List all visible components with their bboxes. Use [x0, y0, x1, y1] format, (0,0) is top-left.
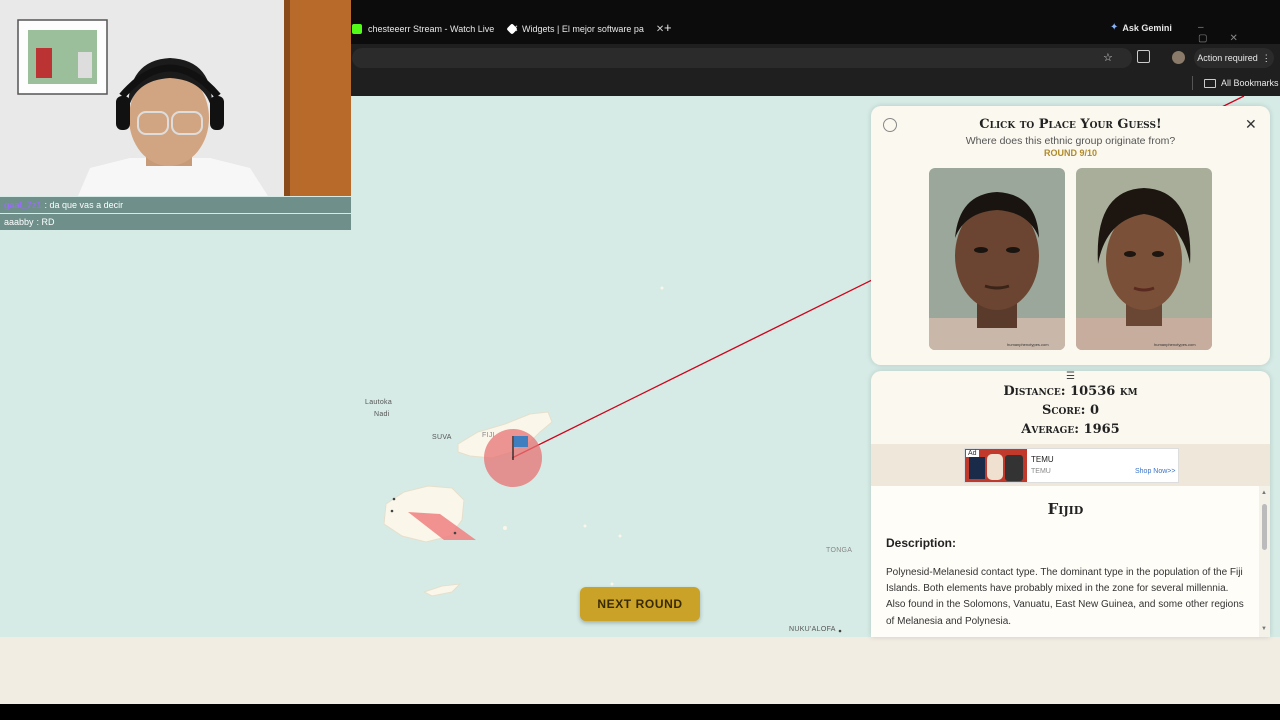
place-label-nukualofa: NUKU'ALOFA	[789, 626, 836, 633]
tab-kick-stream[interactable]: chesteeerr Stream - Watch Live ✕	[352, 18, 519, 40]
chat-text: : da que vas a decir	[44, 200, 124, 210]
image-watermark: humanphenotypes.com	[1154, 342, 1196, 347]
ad-sub: TEMU	[1031, 468, 1051, 475]
scrollbar-thumb[interactable]	[1262, 504, 1267, 550]
ad-banner[interactable]: Ad TEMU TEMU Shop Now>>	[964, 448, 1179, 483]
new-tab-button[interactable]: +	[664, 20, 672, 35]
chat-username: aaabby	[4, 217, 34, 227]
round-indicator: ROUND 9/10	[1043, 148, 1097, 158]
female-face-image: humanphenotypes.com	[1076, 168, 1212, 350]
window-controls[interactable]: –▢✕	[1198, 22, 1280, 44]
guess-question: Where does this ethnic group originate f…	[965, 135, 1176, 147]
place-label-nadi: Nadi	[374, 411, 390, 418]
next-round-button[interactable]: NEXT ROUND	[580, 587, 700, 621]
place-label-suva: SUVA	[432, 434, 452, 441]
screen-bottom-bar	[0, 704, 1280, 720]
average-value: Average: 1965	[1021, 422, 1120, 437]
drag-handle-icon[interactable]: ☰	[871, 371, 1270, 382]
tab-label: Widgets | El mejor software pa	[522, 24, 644, 34]
divider	[1192, 76, 1193, 90]
tab-label: chesteeerr Stream - Watch Live	[368, 24, 495, 34]
chat-message: gaal_7z1 : da que vas a decir	[0, 197, 351, 213]
page-footer-band	[0, 637, 1280, 704]
webcam-feed	[0, 0, 351, 196]
star-icon[interactable]: ☆	[1103, 51, 1113, 64]
ask-gemini-label: Ask Gemini	[1122, 22, 1172, 33]
scroll-up-icon[interactable]: ▲	[1261, 490, 1267, 496]
all-bookmarks-button[interactable]: All Bookmarks	[1204, 78, 1279, 88]
guess-panel: ✕ Click to Place Your Guess! Where does …	[871, 106, 1270, 365]
male-face-image: humanphenotypes.com	[929, 168, 1065, 350]
tab-widgets[interactable]: Widgets | El mejor software pa ✕	[506, 18, 664, 40]
more-icon: ⋮	[1261, 52, 1271, 63]
scroll-down-icon[interactable]: ▼	[1261, 626, 1267, 632]
ad-badge: Ad	[966, 450, 979, 457]
ad-brand: TEMU	[1031, 455, 1054, 464]
description-area[interactable]: Fijid Description: Polynesid-Melanesid c…	[871, 486, 1270, 637]
flag-icon	[514, 436, 528, 447]
distance-value: Distance: 10536 km	[1003, 384, 1138, 399]
extensions-icon[interactable]	[1137, 50, 1150, 63]
description-text: Polynesid-Melanesid contact type. The do…	[886, 567, 1244, 627]
score-value: Score: 0	[1041, 403, 1100, 418]
image-watermark: humanphenotypes.com	[1007, 342, 1049, 347]
group-name: Fijid	[1047, 500, 1084, 518]
all-bookmarks-label: All Bookmarks	[1221, 78, 1279, 88]
chat-text: : RD	[36, 217, 55, 227]
result-panel: ☰ Distance: 10536 km Score: 0 Average: 1…	[871, 371, 1270, 637]
webcam-image	[0, 0, 351, 196]
guess-title: Click to Place Your Guess!	[979, 117, 1162, 132]
action-required-button[interactable]: Action required ⋮	[1194, 48, 1274, 68]
address-bar[interactable]	[352, 48, 1132, 68]
widgets-icon	[506, 23, 518, 35]
ask-gemini-button[interactable]: ✦ Ask Gemini	[1110, 22, 1172, 33]
place-label-lautoka: Lautoka	[365, 399, 393, 406]
gemini-icon: ✦	[1110, 22, 1119, 33]
description-heading: Description:	[886, 536, 957, 550]
kadavu-island	[422, 583, 462, 597]
place-label-tonga: TONGA	[826, 547, 853, 554]
chat-message: aaabby : RD	[0, 214, 351, 230]
ad-cta[interactable]: Shop Now>>	[1135, 468, 1175, 475]
chat-username: gaal_7z1	[4, 200, 42, 210]
kick-icon	[352, 24, 362, 34]
action-required-label: Action required	[1197, 53, 1258, 63]
profile-avatar[interactable]	[1172, 51, 1185, 64]
place-label-fiji: FIJI	[482, 432, 495, 439]
scrollbar[interactable]: ▲ ▼	[1259, 486, 1270, 637]
folder-icon	[1204, 78, 1216, 88]
